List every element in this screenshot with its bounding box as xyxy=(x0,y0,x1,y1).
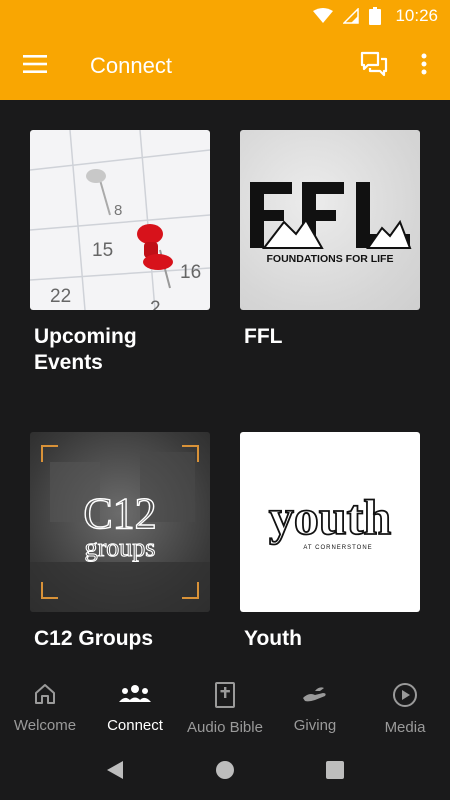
nav-label: Welcome xyxy=(13,717,77,734)
people-icon xyxy=(119,682,151,711)
nav-label: Audio Bible xyxy=(187,719,263,736)
tile-label: C12 Groups xyxy=(34,627,154,650)
bottom-navigation: Welcome Connect Audio Bible Giving Media xyxy=(0,672,450,744)
messages-button[interactable] xyxy=(346,32,402,100)
app-bar: Connect xyxy=(0,32,450,100)
signal-icon xyxy=(343,8,360,24)
tile-c12-groups[interactable]: C12 groups C12 Groups xyxy=(30,432,210,652)
tile-label: Youth xyxy=(244,627,302,650)
status-time: 10:26 xyxy=(395,6,438,25)
status-bar: 10:26 xyxy=(0,0,450,32)
c12-groups-thumbnail: C12 groups xyxy=(30,432,210,612)
tile-label: Upcoming Events xyxy=(34,325,137,374)
calendar-date: 15 xyxy=(92,240,113,261)
nav-giving[interactable]: Giving xyxy=(270,672,360,744)
nav-label: Connect xyxy=(107,717,163,734)
menu-button[interactable] xyxy=(0,32,70,100)
play-circle-icon xyxy=(392,682,418,713)
nav-media[interactable]: Media xyxy=(360,672,450,744)
calendar-date: 22 xyxy=(50,286,71,307)
home-icon xyxy=(33,682,57,711)
system-navigation-bar xyxy=(0,744,450,800)
c12-subtitle: groups xyxy=(85,533,156,562)
tile-upcoming-events[interactable]: 8 15 16 22 2 Upcoming Events xyxy=(30,130,210,376)
calendar-date: 2 xyxy=(150,298,161,310)
overflow-menu-button[interactable] xyxy=(402,32,446,100)
youth-wordmark: youth xyxy=(269,489,391,545)
page-title: Connect xyxy=(90,53,172,78)
c12-title: C12 xyxy=(83,489,156,538)
hamburger-icon xyxy=(23,54,47,78)
tile-ffl[interactable]: FOUNDATIONS FOR LIFE FFL xyxy=(240,130,420,350)
nav-label: Giving xyxy=(293,717,337,734)
nav-welcome[interactable]: Welcome xyxy=(0,672,90,744)
ffl-logo-thumbnail: FOUNDATIONS FOR LIFE xyxy=(240,130,420,310)
giving-hand-icon xyxy=(301,682,329,711)
ffl-tagline: FOUNDATIONS FOR LIFE xyxy=(267,253,394,265)
calendar-date: 8 xyxy=(114,202,122,219)
bible-icon xyxy=(214,682,236,713)
youth-logo-thumbnail: youth AT CORNERSTONE xyxy=(240,432,420,612)
calendar-thumbnail: 8 15 16 22 2 xyxy=(30,130,210,310)
nav-label: Media xyxy=(384,719,426,736)
battery-icon xyxy=(369,7,382,25)
connect-grid: 8 15 16 22 2 Upcoming Events FOUNDATIONS… xyxy=(0,100,450,672)
back-icon[interactable] xyxy=(105,759,125,786)
wifi-icon xyxy=(313,8,334,24)
tile-label: FFL xyxy=(244,325,283,348)
more-vertical-icon xyxy=(421,53,427,80)
home-circle-icon[interactable] xyxy=(214,759,236,786)
tile-youth[interactable]: youth AT CORNERSTONE Youth xyxy=(240,432,420,652)
chat-bubbles-icon xyxy=(360,51,388,82)
nav-connect[interactable]: Connect xyxy=(90,672,180,744)
youth-sub: AT CORNERSTONE xyxy=(303,545,372,551)
ffl-logo: FOUNDATIONS FOR LIFE xyxy=(250,182,412,265)
recents-icon[interactable] xyxy=(325,760,345,785)
calendar-date: 16 xyxy=(180,262,201,283)
nav-audio-bible[interactable]: Audio Bible xyxy=(180,672,270,744)
